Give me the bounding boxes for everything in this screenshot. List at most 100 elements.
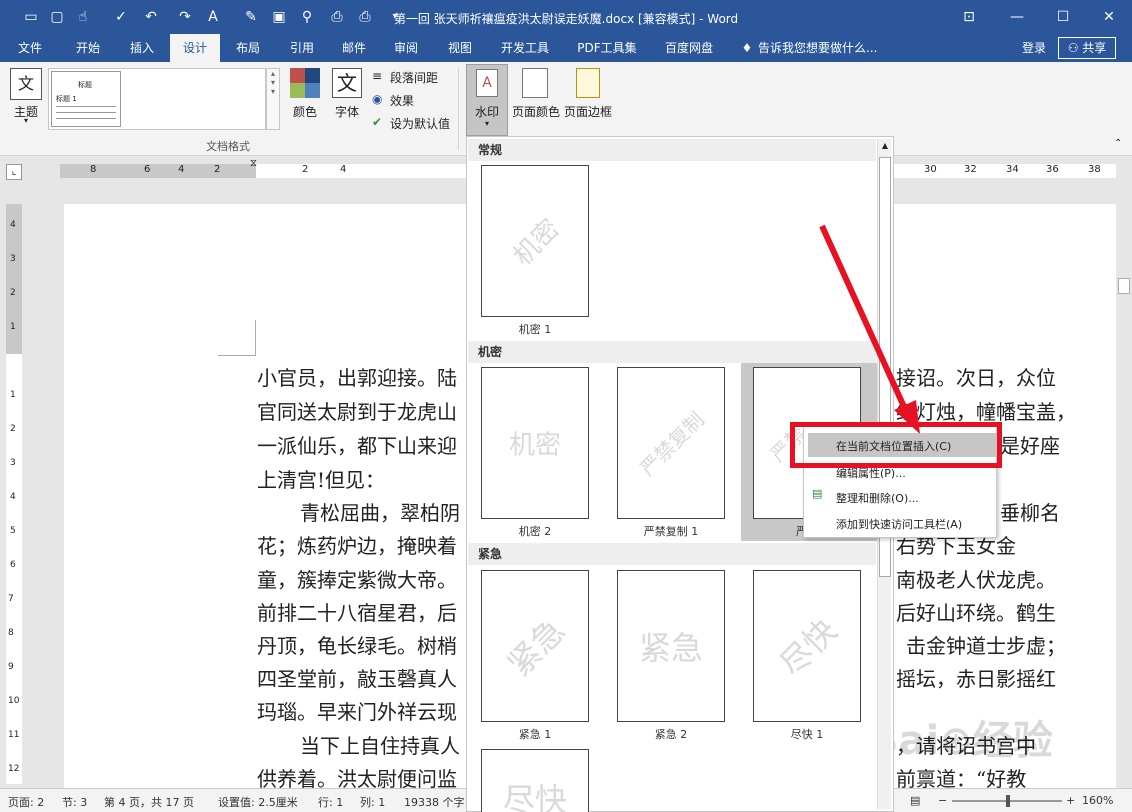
maximize-icon[interactable]: ☐: [1040, 0, 1086, 34]
effects-button[interactable]: 效果: [390, 92, 440, 109]
ruler-tick: 11: [8, 730, 20, 740]
text-line: [56, 112, 116, 113]
tab-file[interactable]: 文件: [8, 34, 52, 62]
zoom-out-icon[interactable]: −: [938, 794, 947, 807]
fonts-icon[interactable]: 文: [332, 68, 362, 98]
fonts-button[interactable]: 字体: [328, 103, 366, 120]
ruler-tick: 32: [964, 164, 977, 175]
doc-text-line: 青松屈曲，翠柏阴: [300, 501, 460, 525]
tab-selector-icon[interactable]: ⌞: [6, 164, 22, 180]
watermark-text: 严禁复制: [635, 407, 709, 481]
watermark-caption: 严禁复制 1: [643, 525, 699, 538]
paragraph-spacing-button[interactable]: 段落间距: [390, 69, 460, 86]
ruler-tick: 6: [10, 560, 16, 570]
status-row[interactable]: 行: 1: [318, 794, 343, 810]
page-border-button[interactable]: 页面边框: [562, 103, 614, 120]
text-line: [56, 106, 116, 107]
tell-me-input[interactable]: 告诉我您想要做什么...: [758, 34, 888, 62]
watermark-thumb-urgent-2[interactable]: 紧急: [617, 570, 725, 722]
ruler-tick: 5: [10, 526, 16, 536]
ruler-tick: 34: [1006, 164, 1019, 175]
doc-text-line: 击金钟道士步虚；: [906, 634, 1066, 658]
menu-item-organize-delete[interactable]: 整理和删除(O)...: [836, 490, 919, 506]
watermark-thumb-urgent-1[interactable]: 紧急: [481, 570, 589, 722]
vertical-scrollbar[interactable]: [1116, 158, 1132, 788]
minimize-icon[interactable]: —: [994, 0, 1040, 34]
watermark-thumb-no-copy-1[interactable]: 严禁复制: [617, 367, 725, 519]
zoom-in-icon[interactable]: +: [1066, 794, 1075, 807]
style-set-gallery[interactable]: 标题 标题 1: [48, 68, 266, 130]
style-set-thumbnail[interactable]: 标题 标题 1: [51, 71, 121, 127]
doc-text-line: 官同送太尉到于龙虎山: [257, 400, 457, 424]
watermark-thumb-confidential-1[interactable]: 机密: [481, 165, 589, 317]
tab-review[interactable]: 审阅: [384, 34, 428, 62]
watermark-icon: A: [476, 69, 498, 97]
watermark-thumb-asap-2[interactable]: 尽快: [481, 749, 589, 812]
share-button[interactable]: ⚇ 共享: [1058, 37, 1116, 59]
tab-layout[interactable]: 布局: [226, 34, 270, 62]
tab-mailings[interactable]: 邮件: [332, 34, 376, 62]
ruler-tick: 3: [10, 254, 16, 264]
watermark-caption: 机密 2: [518, 525, 552, 538]
watermark-label: 水印: [474, 105, 499, 119]
watermark-thumb-confidential-2[interactable]: 机密: [481, 367, 589, 519]
doc-text-line: 垂柳名: [1000, 501, 1060, 525]
tab-pdf-tools[interactable]: PDF工具集: [570, 34, 644, 62]
ribbon-display-icon[interactable]: ⊡: [946, 0, 992, 34]
doc-text-line: 四圣堂前，敲玉磬真人: [257, 667, 457, 691]
status-col[interactable]: 列: 1: [360, 794, 385, 810]
doc-text-line: 摇坛，赤日影摇红: [896, 667, 1056, 691]
doc-text-line: 前排二十八宿星君，后: [257, 601, 457, 625]
zoom-level[interactable]: 160%: [1082, 794, 1113, 807]
group-separator: [458, 68, 459, 150]
tab-view[interactable]: 视图: [438, 34, 482, 62]
gallery-scroll[interactable]: ▴ ▾ ▾: [266, 68, 280, 130]
vertical-ruler[interactable]: 4 3 2 1 1 2 3 4 5 6 7 8 9 10 11 12: [0, 184, 28, 788]
status-chars[interactable]: 19338 个字: [404, 794, 465, 810]
page-border-icon[interactable]: [576, 68, 600, 98]
baidu-logo: Bai⊛经验: [868, 718, 1053, 764]
doc-text-line: 后好山环绕。鹤生: [896, 601, 1056, 625]
theme-icon[interactable]: 文: [10, 68, 42, 100]
watermark-thumb-asap-1[interactable]: 尽快: [753, 570, 861, 722]
tab-baidu-netdisk[interactable]: 百度网盘: [656, 34, 722, 62]
collapse-ribbon-icon[interactable]: ⌃: [1114, 138, 1122, 149]
page-color-button[interactable]: 页面颜色: [508, 103, 564, 120]
page-color-icon[interactable]: [522, 68, 548, 98]
tab-design[interactable]: 设计: [170, 34, 220, 62]
ruler-tick: 30: [924, 164, 937, 175]
close-icon[interactable]: ✕: [1086, 0, 1132, 34]
tab-insert[interactable]: 插入: [120, 34, 164, 62]
indent-marker-icon[interactable]: ⧖: [250, 158, 257, 169]
tab-developer[interactable]: 开发工具: [494, 34, 556, 62]
watermark-text: 紧急: [638, 629, 703, 667]
menu-item-add-to-qat[interactable]: 添加到快速访问工具栏(A): [836, 516, 962, 532]
status-page-of[interactable]: 第 4 页，共 17 页: [104, 794, 194, 810]
watermark-button[interactable]: A 水印 ▾: [466, 64, 508, 136]
ruler-text-area: [256, 164, 466, 178]
status-section[interactable]: 节: 3: [62, 794, 87, 810]
scroll-up-icon[interactable]: ▲: [879, 141, 891, 153]
doc-text-line: 花；炼药炉边，掩映着: [257, 534, 457, 558]
colors-icon[interactable]: [290, 68, 320, 98]
status-setting[interactable]: 设置值: 2.5厘米: [218, 794, 298, 810]
ruler-tick: 8: [90, 164, 97, 175]
tab-references[interactable]: 引用: [280, 34, 324, 62]
tab-home[interactable]: 开始: [66, 34, 110, 62]
doc-text-line: 当下上自住持真人: [300, 734, 460, 758]
web-layout-icon[interactable]: ▤: [910, 794, 920, 807]
ruler-tick: 1: [10, 390, 16, 400]
ruler-tick: 1: [10, 322, 16, 332]
effects-icon: ◉: [372, 92, 383, 106]
watermark-caption: 紧急 2: [654, 728, 688, 741]
set-default-button[interactable]: 设为默认值: [390, 115, 460, 132]
status-page[interactable]: 页面: 2: [8, 794, 44, 810]
zoom-slider-thumb[interactable]: [1006, 795, 1010, 807]
login-link[interactable]: 登录: [1014, 34, 1054, 62]
ruler-tick: 10: [8, 696, 20, 706]
colors-button[interactable]: 颜色: [286, 103, 324, 120]
paragraph-spacing-icon: ≡: [372, 69, 383, 83]
doc-text-line: 上清宫!但见：: [257, 468, 386, 492]
scrollbar-thumb[interactable]: [1118, 278, 1130, 294]
ruler-tick: 6: [144, 164, 151, 175]
